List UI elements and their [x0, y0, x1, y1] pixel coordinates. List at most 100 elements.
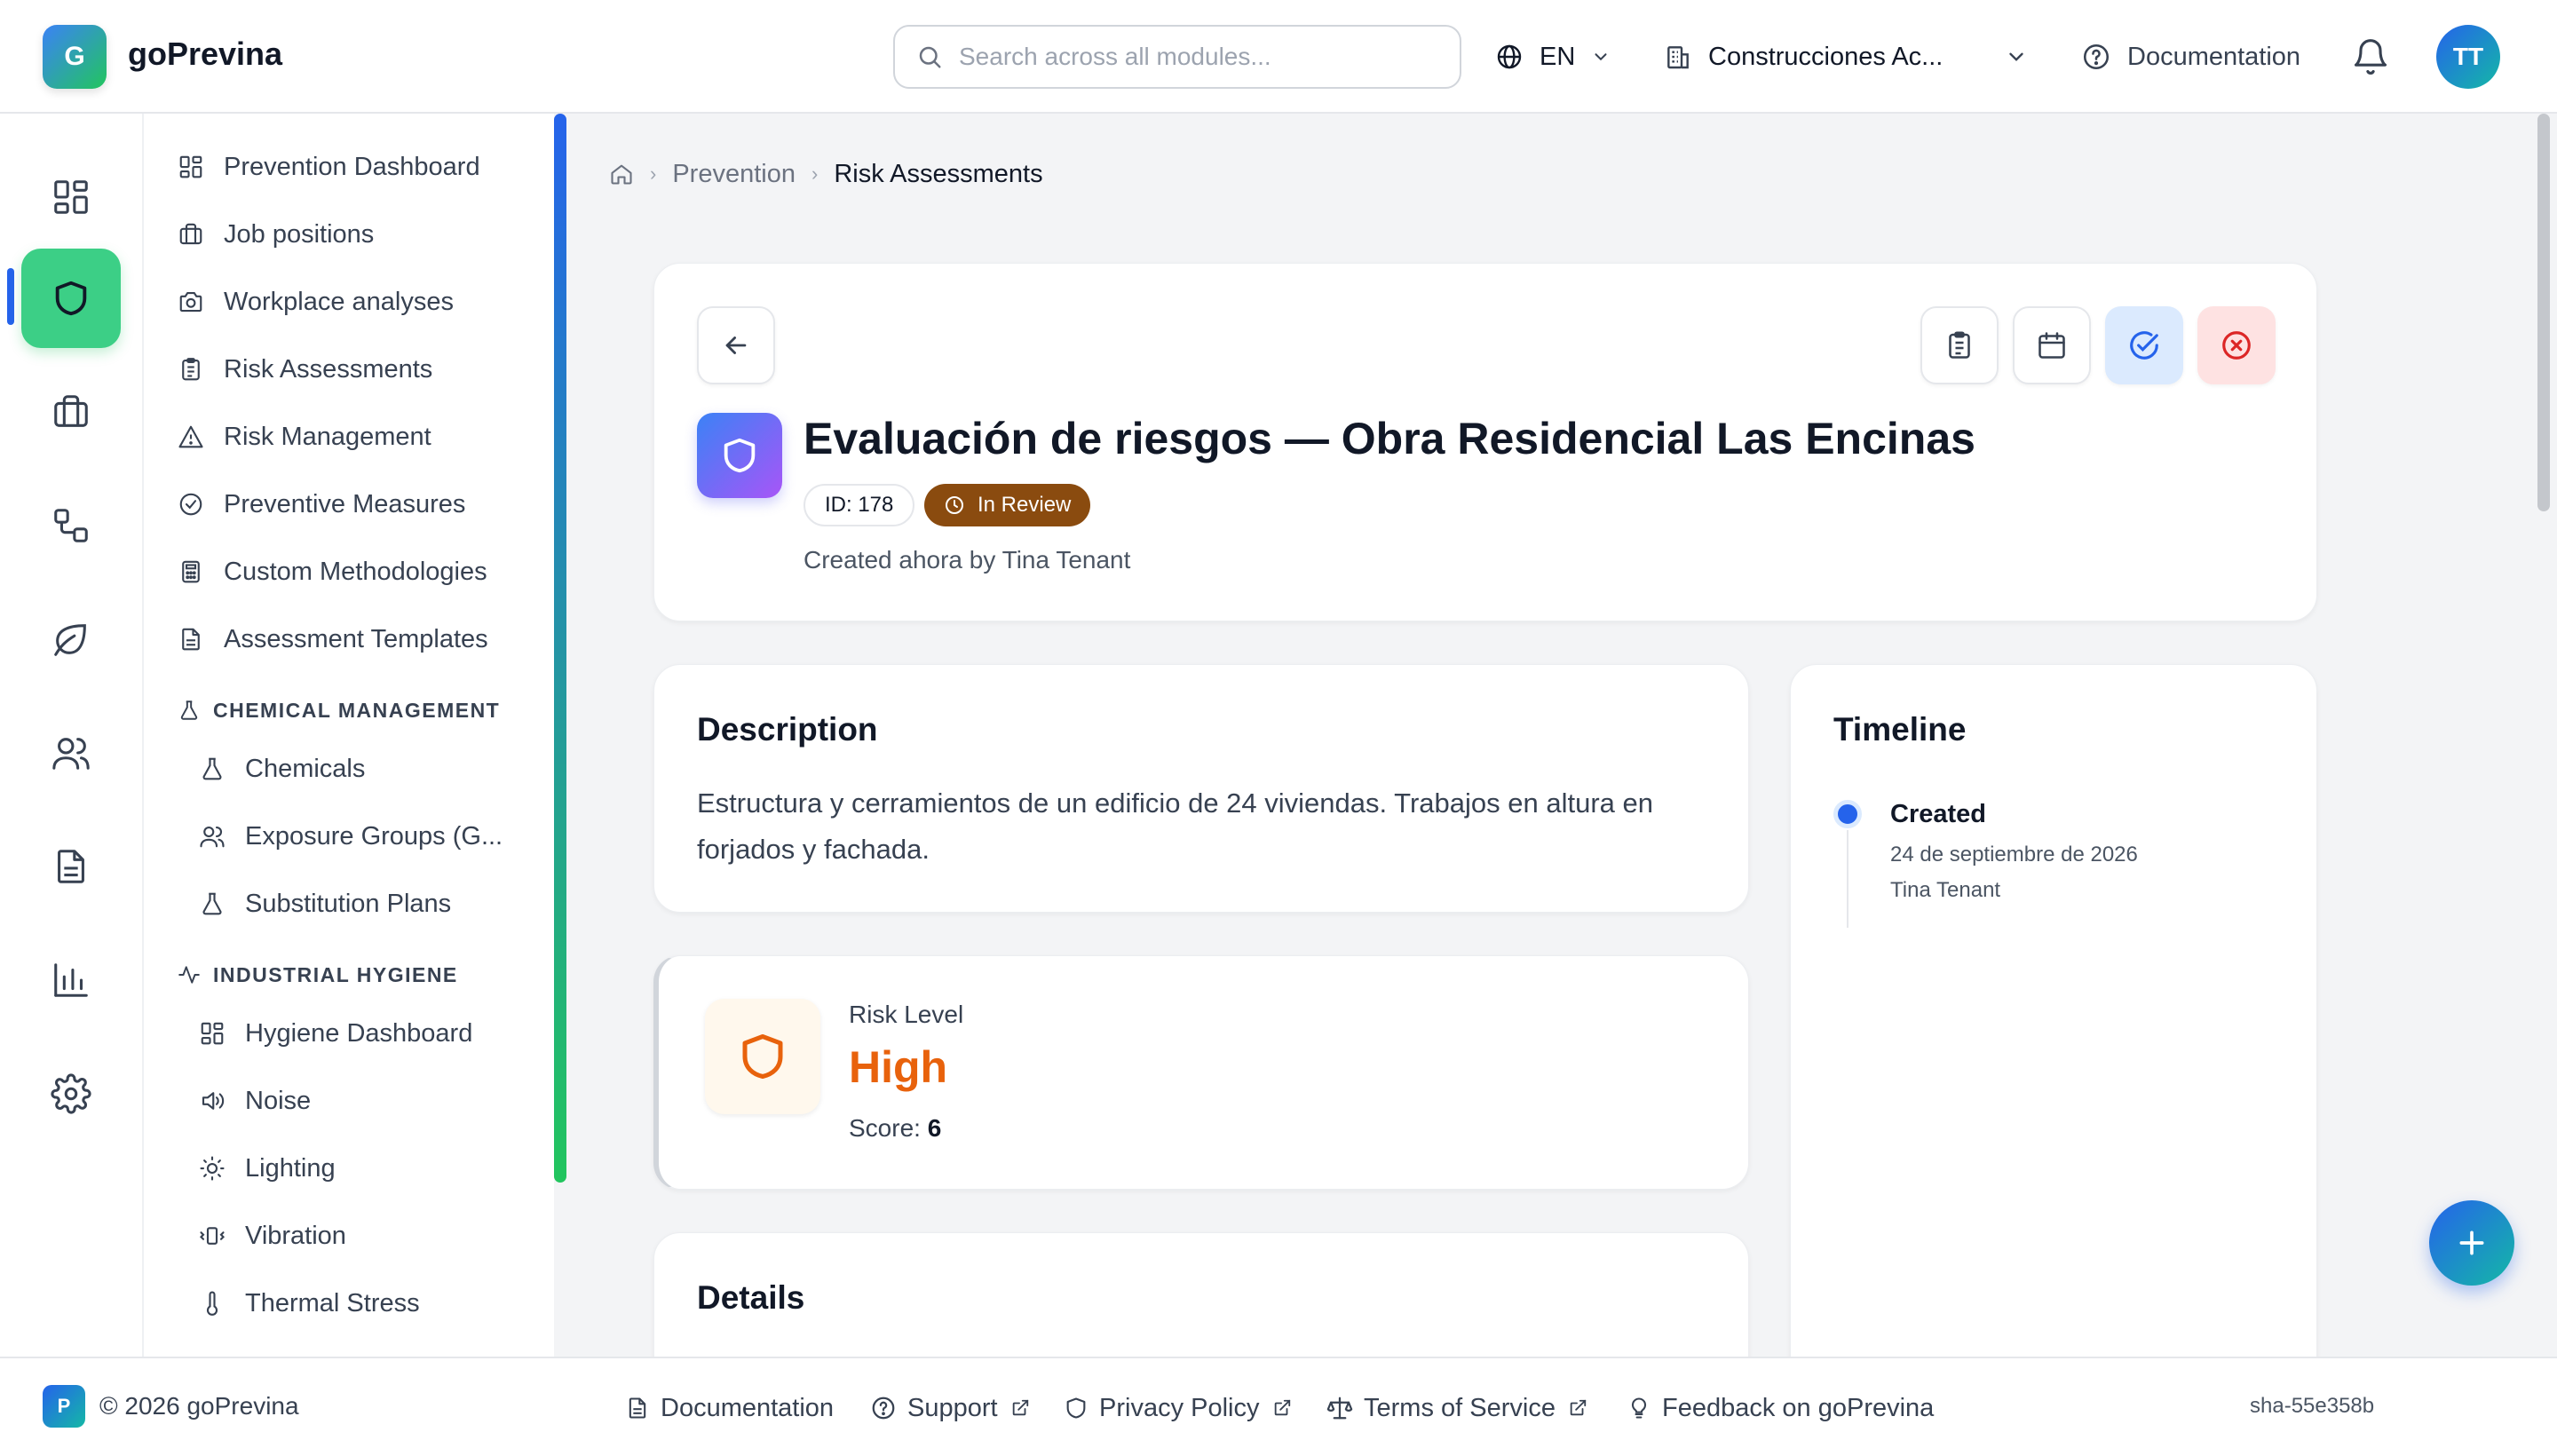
- section-label: INDUSTRIAL HYGIENE: [213, 962, 458, 986]
- sidebar-item-assessment-templates[interactable]: Assessment Templates: [176, 614, 488, 664]
- users-icon: [197, 823, 227, 850]
- sidebar-item-noise[interactable]: Noise: [197, 1076, 311, 1126]
- rail-people[interactable]: [21, 703, 121, 803]
- rail-dashboard[interactable]: [21, 147, 121, 247]
- footer-feedback-link[interactable]: Feedback on goPrevina: [1627, 1390, 1934, 1426]
- language-selector[interactable]: EN: [1495, 32, 1611, 82]
- global-search[interactable]: [893, 25, 1461, 89]
- created-info: Created ahora by Tina Tenant: [804, 546, 1131, 574]
- globe-icon: [1495, 43, 1524, 71]
- sidebar-item-risk-management[interactable]: Risk Management: [176, 412, 431, 462]
- approve-button[interactable]: [2105, 306, 2183, 384]
- sidebar-item-job-positions[interactable]: Job positions: [176, 210, 374, 259]
- building-icon: [1664, 43, 1692, 71]
- workflow-icon: [51, 505, 91, 546]
- sidebar-item-label: Noise: [245, 1086, 312, 1115]
- help-icon: [870, 1395, 897, 1421]
- company-name: Construcciones Ac...: [1708, 42, 1943, 71]
- notifications-button[interactable]: [2351, 37, 2390, 76]
- assessment-header-card: Evaluación de riesgos — Obra Residencial…: [653, 263, 2317, 621]
- sidebar-item-label: Chemicals: [245, 754, 366, 783]
- lightbulb-icon: [1627, 1396, 1651, 1420]
- search-input[interactable]: [959, 43, 1421, 71]
- risk-level-card: Risk Level High Score: 6: [653, 955, 1749, 1190]
- footer-logo: P: [43, 1385, 85, 1428]
- sidebar-item-label: Thermal Stress: [245, 1288, 420, 1318]
- section-chemical-management[interactable]: CHEMICAL MANAGEMENT: [176, 692, 500, 728]
- sidebar-item-label: Substitution Plans: [245, 889, 452, 918]
- rail-documents[interactable]: [21, 817, 121, 916]
- home-icon[interactable]: [609, 162, 634, 186]
- bar-chart-icon: [51, 960, 91, 1001]
- app-name[interactable]: goPrevina: [128, 36, 282, 73]
- sidebar-item-lighting[interactable]: Lighting: [197, 1143, 336, 1193]
- clipboard-icon: [176, 356, 206, 383]
- sidebar-item-chemicals[interactable]: Chemicals: [197, 744, 365, 794]
- assessment-type-icon: [697, 413, 782, 498]
- chevron-down-icon: [2005, 45, 2028, 68]
- shield-icon: [51, 278, 91, 319]
- sidebar-item-vibration[interactable]: Vibration: [197, 1211, 346, 1261]
- main-scrollbar[interactable]: [2537, 114, 2550, 511]
- sidebar-item-preventive-measures[interactable]: Preventive Measures: [176, 479, 465, 529]
- timeline-card: Timeline Created 24 de septiembre de 202…: [1790, 664, 2317, 1445]
- clipboard-button[interactable]: [1920, 306, 1999, 384]
- rail-workflow[interactable]: [21, 476, 121, 575]
- sidebar-item-thermal-stress[interactable]: Thermal Stress: [197, 1278, 420, 1328]
- sidebar-item-exposure-groups[interactable]: Exposure Groups (G...: [197, 811, 503, 861]
- rail-environment[interactable]: [21, 590, 121, 689]
- risk-level-icon: [705, 999, 820, 1114]
- chevron-right-icon: ›: [811, 162, 819, 185]
- vibration-icon: [197, 1223, 227, 1249]
- sidebar-item-label: Vibration: [245, 1221, 346, 1250]
- sidebar-item-label: Preventive Measures: [224, 489, 466, 518]
- details-title: Details: [697, 1279, 805, 1316]
- reject-button[interactable]: [2197, 306, 2276, 384]
- sidebar-item-prevention-dashboard[interactable]: Prevention Dashboard: [176, 142, 480, 192]
- rail-positions[interactable]: [21, 362, 121, 462]
- footer-terms-link[interactable]: Terms of Service: [1326, 1390, 1587, 1426]
- sun-icon: [197, 1155, 227, 1182]
- footer-documentation-link[interactable]: Documentation: [625, 1390, 834, 1426]
- sidebar-item-hygiene-dashboard[interactable]: Hygiene Dashboard: [197, 1009, 472, 1058]
- sidebar-item-risk-assessments[interactable]: Risk Assessments: [176, 344, 432, 394]
- sidebar-item-workplace-analyses[interactable]: Workplace analyses: [176, 277, 454, 327]
- sidebar-scrollbar[interactable]: [554, 114, 566, 1183]
- sidebar-item-label: Assessment Templates: [224, 624, 488, 653]
- rail-prevention[interactable]: [21, 249, 121, 348]
- search-icon: [916, 44, 943, 70]
- chevron-right-icon: ›: [650, 162, 657, 185]
- back-button[interactable]: [697, 306, 775, 384]
- section-industrial-hygiene[interactable]: INDUSTRIAL HYGIENE: [176, 957, 458, 993]
- footer-link-label: Documentation: [661, 1393, 835, 1422]
- rail-reports[interactable]: [21, 930, 121, 1030]
- sidebar-item-substitution-plans[interactable]: Substitution Plans: [197, 879, 451, 929]
- schedule-button[interactable]: [2013, 306, 2091, 384]
- app-logo[interactable]: G: [43, 25, 107, 89]
- dashboard-icon: [51, 177, 91, 218]
- documentation-link[interactable]: Documentation: [2081, 32, 2300, 82]
- breadcrumb: › Prevention › Risk Assessments: [609, 156, 1043, 192]
- breadcrumb-prevention[interactable]: Prevention: [672, 160, 796, 189]
- active-module-indicator: [7, 268, 14, 325]
- sidebar-item-label: Prevention Dashboard: [224, 152, 480, 181]
- sidebar-item-custom-methodologies[interactable]: Custom Methodologies: [176, 547, 487, 597]
- sidebar-item-label: Job positions: [224, 219, 375, 249]
- footer-privacy-link[interactable]: Privacy Policy: [1064, 1390, 1292, 1426]
- check-circle-icon: [2127, 328, 2161, 362]
- risk-score-value: 6: [927, 1114, 942, 1142]
- flask-icon: [176, 699, 202, 722]
- sidebar-item-label: Hygiene Dashboard: [245, 1018, 473, 1048]
- dashboard-icon: [176, 154, 206, 180]
- breadcrumb-current: Risk Assessments: [834, 159, 1043, 188]
- sidebar-item-label: Custom Methodologies: [224, 557, 487, 586]
- document-icon: [51, 846, 91, 887]
- user-avatar[interactable]: TT: [2436, 25, 2500, 89]
- section-label: CHEMICAL MANAGEMENT: [213, 698, 501, 722]
- top-header: G goPrevina EN Construcciones Ac...: [0, 0, 2557, 114]
- add-button[interactable]: [2429, 1200, 2514, 1286]
- scale-icon: [1326, 1395, 1353, 1421]
- company-selector[interactable]: Construcciones Ac...: [1664, 32, 2028, 82]
- rail-settings[interactable]: [21, 1044, 121, 1143]
- footer-support-link[interactable]: Support: [870, 1390, 1030, 1426]
